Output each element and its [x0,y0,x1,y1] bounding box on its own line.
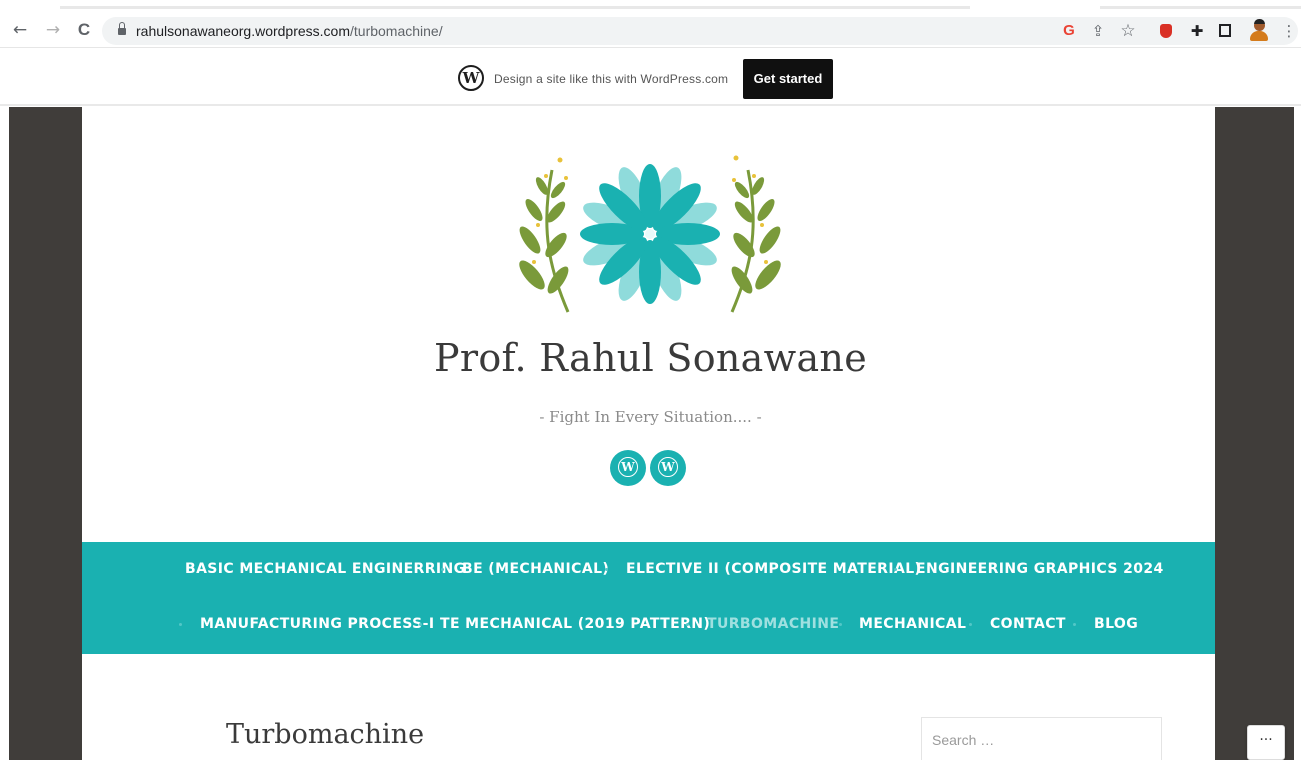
menu-item-be-mechanical[interactable]: BE (MECHANICAL) [462,561,609,577]
site-title[interactable]: Prof. Rahul Sonawane [0,336,1301,380]
menu-separator [839,623,842,626]
lock-icon[interactable] [118,22,126,36]
share-icon[interactable]: ⇪ [1087,20,1109,42]
extension-red-icon[interactable] [1160,24,1172,38]
url-host: rahulsonawaneorg.wordpress.com [136,23,350,39]
page-edge-right [1294,107,1301,760]
menu-item-elective-ii[interactable]: ELECTIVE II (COMPOSITE MATERIAL) [626,561,921,577]
page-title: Turbomachine [226,719,425,750]
menu-item-turbomachine[interactable]: TURBOMACHINE [707,616,839,632]
wordpress-banner-text[interactable]: Design a site like this with WordPress.c… [494,72,728,86]
flower-icon [580,164,720,304]
menu-separator [419,623,422,626]
page-edge-left [0,107,9,760]
page-frame-left [0,107,82,760]
menu-item-manufacturing-process[interactable]: MANUFACTURING PROCESS-I [200,616,434,632]
menu-item-contact[interactable]: CONTACT [990,616,1066,632]
tab-strip-edge [60,6,970,9]
menu-separator [179,623,182,626]
tab-strip-edge-right [1100,6,1301,9]
menu-separator [441,568,444,571]
google-icon[interactable]: G [1058,20,1080,42]
url-path: /turbomachine/ [350,23,443,39]
left-branch-icon [519,157,570,313]
browser-menu-icon[interactable]: ⋮ [1281,20,1297,42]
menu-item-blog[interactable]: BLOG [1094,616,1138,632]
menu-separator [969,623,972,626]
primary-navigation [82,542,1215,654]
menu-separator [605,568,608,571]
menu-separator [894,568,897,571]
menu-item-mechanical[interactable]: MECHANICAL [859,616,966,632]
back-icon[interactable]: ← [9,19,31,41]
search-widget [921,717,1162,760]
get-started-button[interactable]: Get started [743,59,833,99]
page-frame-right [1215,107,1301,760]
profile-avatar[interactable] [1250,19,1268,43]
side-panel-icon[interactable] [1219,24,1231,37]
menu-separator [686,623,689,626]
search-input[interactable] [932,732,1152,748]
wordpress-logo-icon[interactable]: W [458,65,484,91]
social-wordpress-icon-1[interactable]: W [610,450,646,486]
more-actions-button[interactable]: ··· [1247,725,1285,760]
site-tagline: - Fight In Every Situation.... - [539,408,762,426]
extensions-puzzle-icon[interactable]: ✚ [1186,20,1208,42]
url-text[interactable]: rahulsonawaneorg.wordpress.com/turbomach… [136,23,443,39]
right-branch-icon [730,155,781,313]
bookmark-star-icon[interactable]: ☆ [1117,20,1139,42]
menu-separator [1073,623,1076,626]
menu-item-engineering-graphics[interactable]: ENGINEERING GRAPHICS 2024 [916,561,1164,577]
menu-item-te-mechanical[interactable]: TE MECHANICAL (2019 PATTERN) [440,616,710,632]
site-logo-flower-icon[interactable] [510,150,790,320]
social-wordpress-icon-2[interactable]: W [650,450,686,486]
forward-icon[interactable]: → [42,19,64,41]
reload-icon[interactable]: C [73,19,95,41]
menu-item-basic-mechanical[interactable]: BASIC MECHANICAL ENGINERRING [185,561,466,577]
